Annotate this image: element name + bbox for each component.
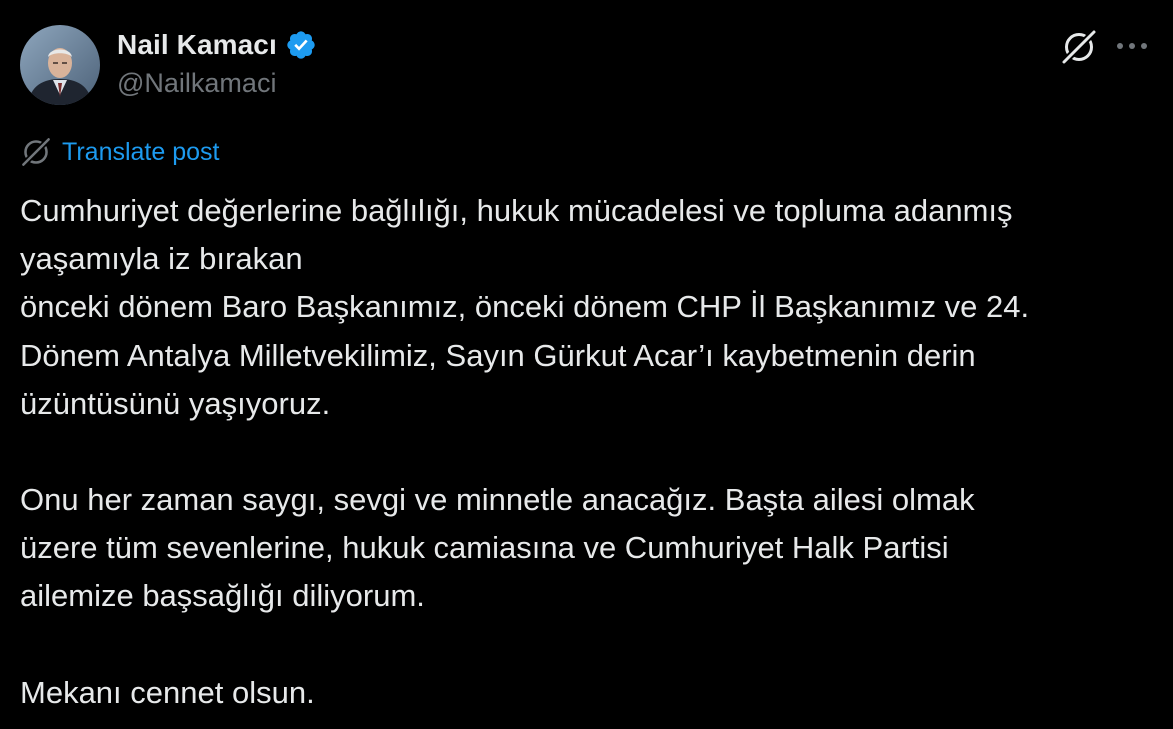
post-line: Onu her zaman saygı, sevgi ve minnetle a… xyxy=(20,482,975,518)
display-name[interactable]: Nail Kamacı xyxy=(117,29,277,61)
more-horizontal-icon xyxy=(1117,43,1147,49)
post-line: yaşamıyla iz bırakan xyxy=(20,241,303,277)
translate-post-label: Translate post xyxy=(62,137,220,166)
post-text: Cumhuriyet değerlerine bağlılığı, hukuk … xyxy=(20,187,1160,717)
grok-icon xyxy=(1060,28,1098,66)
author-row: Nail Kamacı xyxy=(117,27,317,63)
grok-icon xyxy=(20,136,52,168)
post-line: Dönem Antalya Milletvekilimiz, Sayın Gür… xyxy=(20,337,976,373)
post-line: Mekanı cennet olsun. xyxy=(20,674,315,710)
post-line: üzere tüm sevenlerine, hukuk camiasına v… xyxy=(20,530,949,566)
avatar[interactable] xyxy=(20,25,100,105)
post-line: Cumhuriyet değerlerine bağlılığı, hukuk … xyxy=(20,193,1013,228)
verified-badge-icon[interactable] xyxy=(285,29,317,61)
post-line: ailemize başsağlığı diliyorum. xyxy=(20,578,425,614)
post-line: önceki dönem Baro Başkanımız, önceki dön… xyxy=(20,289,1030,325)
translate-post-button[interactable]: Translate post xyxy=(20,136,219,168)
more-button[interactable] xyxy=(1112,30,1152,62)
grok-button[interactable] xyxy=(1060,28,1098,66)
author-handle[interactable]: @Nailkamaci xyxy=(117,68,276,99)
avatar-image xyxy=(20,25,100,105)
post-line: üzüntüsünü yaşıyoruz. xyxy=(20,385,331,421)
post: Nail Kamacı @Nailkamaci Translate post C… xyxy=(0,0,1173,729)
